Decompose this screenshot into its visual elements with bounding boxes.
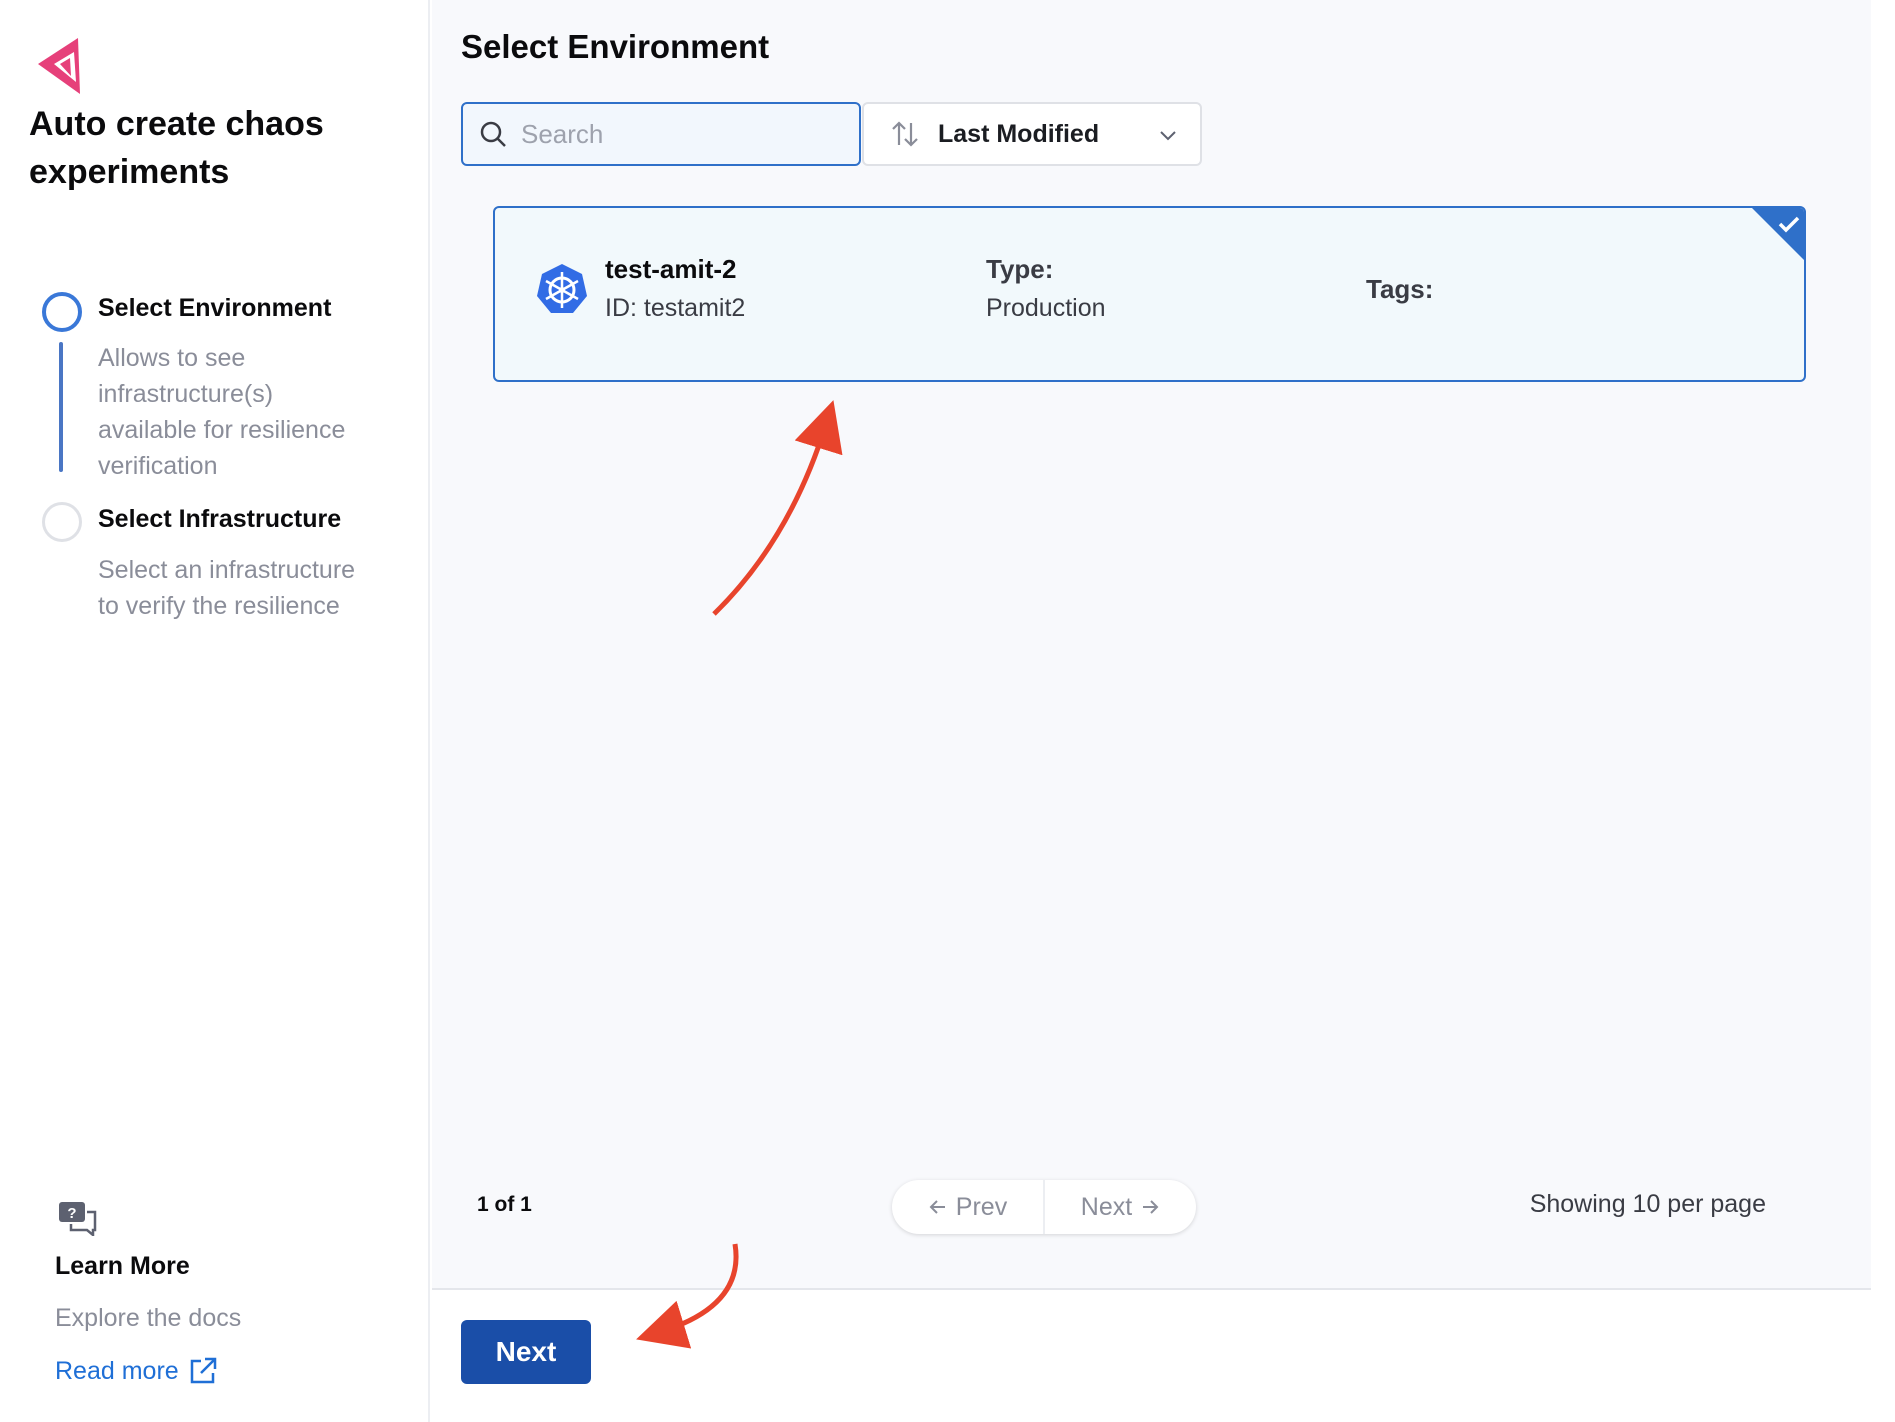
page-title: Select Environment: [461, 28, 770, 65]
kubernetes-icon: [537, 264, 587, 313]
pagination-control: Prev Next: [892, 1180, 1196, 1234]
environment-type-value: Production: [986, 294, 1106, 322]
svg-text:?: ?: [67, 1205, 76, 1222]
wizard-title: Auto create chaos experiments: [29, 105, 324, 191]
step-label-infrastructure[interactable]: Select Infrastructure: [98, 505, 341, 534]
environment-card[interactable]: test-amit-2 ID: testamit2 Type: Producti…: [493, 206, 1806, 382]
page-count: 1 of 1: [477, 1193, 532, 1216]
next-page-button[interactable]: Next: [1043, 1180, 1196, 1234]
check-icon: [1752, 208, 1804, 260]
learn-more-description: Explore the docs: [55, 1304, 242, 1332]
environment-tags-label: Tags:: [1366, 274, 1434, 304]
environment-name: test-amit-2: [605, 254, 737, 284]
step-indicator-environment[interactable]: [42, 292, 82, 332]
step-description-environment: Allows to see infrastructure(s) availabl…: [98, 344, 346, 480]
sort-selected-value: Last Modified: [938, 119, 1100, 148]
step-indicator-infrastructure[interactable]: [42, 502, 82, 542]
read-more-label: Read more: [55, 1356, 179, 1385]
external-link-icon: [190, 1357, 216, 1384]
main-panel: Select Environment Last Modified: [432, 0, 1871, 1288]
harness-chaos-logo-icon: [38, 38, 80, 94]
sort-dropdown[interactable]: Last Modified: [862, 102, 1202, 166]
search-box[interactable]: [461, 102, 861, 166]
read-more-link[interactable]: Read more: [55, 1355, 219, 1387]
next-page-label: Next: [1080, 1192, 1133, 1221]
help-chat-icon: ?: [59, 1202, 97, 1236]
chevron-down-icon: [1160, 131, 1176, 141]
search-input[interactable]: [521, 118, 841, 150]
wizard-footer: Next: [432, 1288, 1871, 1422]
environment-type-label: Type:: [986, 254, 1054, 284]
step-label-environment[interactable]: Select Environment: [98, 294, 331, 323]
per-page-info: Showing 10 per page: [1529, 1190, 1766, 1218]
environment-id: ID: testamit2: [605, 294, 746, 322]
step-description-infrastructure: Select an infrastructure to verify the r…: [98, 556, 356, 620]
wizard-sidebar: Auto create chaos experiments Select Env…: [0, 0, 430, 1422]
next-button[interactable]: Next: [461, 1320, 591, 1384]
search-icon: [480, 121, 506, 147]
learn-more-title: Learn More: [55, 1252, 190, 1280]
arrow-left-icon: [929, 1200, 945, 1214]
prev-page-label: Prev: [955, 1192, 1008, 1221]
prev-page-button[interactable]: Prev: [892, 1180, 1043, 1234]
sort-icon: [892, 121, 918, 147]
arrow-right-icon: [1143, 1200, 1159, 1214]
step-progress-line: [59, 342, 63, 472]
